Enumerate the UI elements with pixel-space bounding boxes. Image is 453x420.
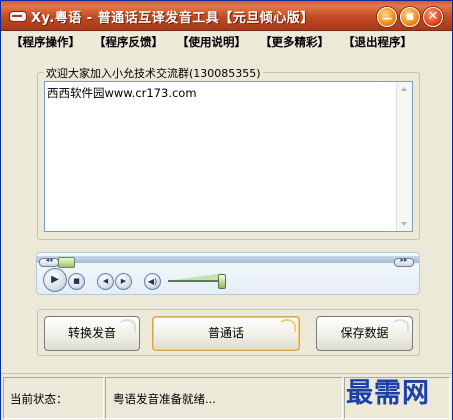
minimize-icon: − xyxy=(381,11,393,27)
minimize-button[interactable]: − xyxy=(377,7,397,27)
mute-button[interactable]: ◀) xyxy=(144,273,161,290)
maximize-icon: ▪ xyxy=(405,9,415,24)
scroll-down-icon[interactable] xyxy=(401,222,407,226)
status-message: 粤语发音准备就绪... xyxy=(113,392,216,406)
menu-item-more[interactable]: 【更多精彩】 xyxy=(260,34,329,50)
app-icon xyxy=(9,11,27,22)
swirl-decoration-icon xyxy=(278,319,296,333)
next-icon: ▶ xyxy=(120,277,127,285)
next-button[interactable]: ▶ xyxy=(115,273,132,290)
mandarin-button-label: 普通话 xyxy=(207,326,244,340)
media-player: ◂◂ ▸▸ ▶ ■ ◀ ▶ ◀) xyxy=(36,252,420,295)
text-group: 欢迎大家加入小允技术交流群(130085355) 西西软件园www.cr173.… xyxy=(37,65,420,240)
stop-icon: ■ xyxy=(73,277,80,285)
play-icon: ▶ xyxy=(51,274,59,285)
seek-left-icon[interactable]: ◂◂ xyxy=(39,256,59,267)
vertical-scrollbar[interactable] xyxy=(396,82,412,231)
title-bar[interactable]: Xy.粤语 - 普通话互译发音工具【元旦倾心版】 − ▪ ✕ xyxy=(1,1,452,31)
window-title: Xy.粤语 - 普通话互译发音工具【元旦倾心版】 xyxy=(31,11,314,26)
text-input-area[interactable]: 西西软件园www.cr173.com xyxy=(44,81,413,232)
main-window: Xy.粤语 - 普通话互译发音工具【元旦倾心版】 − ▪ ✕ 【程序操作】 【程… xyxy=(0,0,453,420)
maximize-button[interactable]: ▪ xyxy=(400,7,420,27)
seek-bar[interactable]: ◂◂ ▸▸ xyxy=(37,256,419,268)
volume-thumb[interactable] xyxy=(218,274,227,289)
swirl-decoration-icon xyxy=(118,319,136,333)
close-icon: ✕ xyxy=(427,9,439,24)
mandarin-button[interactable]: 普通话 xyxy=(152,316,300,351)
save-button-label: 保存数据 xyxy=(340,326,389,340)
previous-icon: ◀ xyxy=(102,277,109,285)
swirl-decoration-icon xyxy=(391,319,409,333)
close-button[interactable]: ✕ xyxy=(423,7,443,27)
textarea-value: 西西软件园www.cr173.com xyxy=(47,86,197,100)
convert-pronunciation-button[interactable]: 转换发音 xyxy=(44,316,140,351)
menu-bar: 【程序操作】 【程序反馈】 【使用说明】 【更多精彩】 【退出程序】 xyxy=(1,31,452,51)
status-panel-label: 当前状态： xyxy=(3,377,104,419)
menu-item-program-feedback[interactable]: 【程序反馈】 xyxy=(94,34,163,50)
action-group: 转换发音 普通话 保存数据 xyxy=(37,309,420,356)
status-panel-message: 粤语发音准备就绪... xyxy=(105,377,343,419)
group-caption: 欢迎大家加入小允技术交流群(130085355) xyxy=(44,65,263,81)
stop-button[interactable]: ■ xyxy=(68,273,85,290)
volume-slider[interactable] xyxy=(168,280,224,282)
save-data-button[interactable]: 保存数据 xyxy=(316,316,413,351)
watermark-logo: 最需网 xyxy=(346,378,430,409)
seek-thumb[interactable] xyxy=(58,257,75,268)
seek-right-icon[interactable]: ▸▸ xyxy=(394,256,414,267)
previous-button[interactable]: ◀ xyxy=(97,273,114,290)
menu-item-exit[interactable]: 【退出程序】 xyxy=(343,34,412,50)
status-label: 当前状态： xyxy=(10,392,68,406)
play-button[interactable]: ▶ xyxy=(43,268,67,292)
menu-item-program-operation[interactable]: 【程序操作】 xyxy=(11,34,80,50)
volume-icon: ◀) xyxy=(147,277,158,286)
menu-item-instructions[interactable]: 【使用说明】 xyxy=(177,34,246,50)
convert-button-label: 转换发音 xyxy=(67,326,116,340)
scroll-up-icon[interactable] xyxy=(401,87,407,91)
